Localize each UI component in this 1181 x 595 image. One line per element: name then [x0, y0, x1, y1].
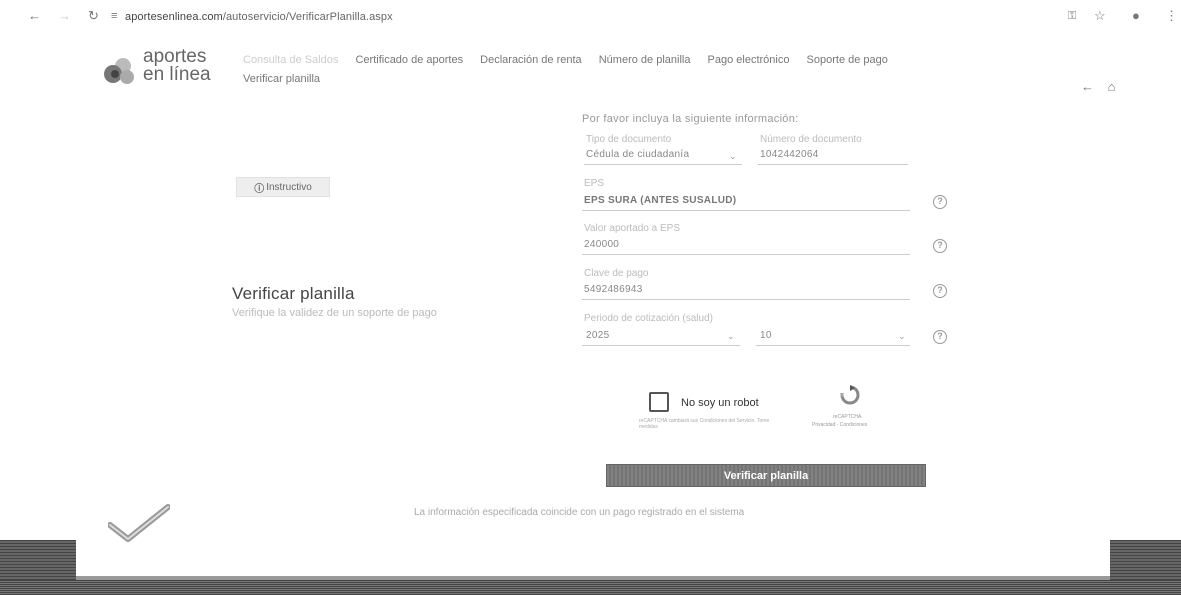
instructivo-label: Instructivo — [266, 181, 312, 193]
verification-result: La información especificada coincide con… — [414, 507, 745, 518]
home-icon[interactable]: ⌂ — [1108, 79, 1116, 94]
site-logo[interactable]: aportes en línea — [103, 42, 218, 92]
page-subtitle: Verifique la validez de un soporte de pa… — [232, 307, 437, 319]
clave-underline — [582, 299, 910, 300]
top-actions: ← ⌂ — [1081, 79, 1125, 94]
recaptcha-label: No soy un robot — [681, 397, 759, 409]
doc-number-field[interactable]: 1042442064 — [760, 149, 819, 160]
periodo-label: Periodo de cotización (salud) — [584, 313, 713, 324]
help-icon[interactable]: ? — [933, 284, 947, 298]
page-title: Verificar planilla — [232, 284, 355, 303]
recaptcha-terms: reCAPTCHA cambiará sus Condiciones del S… — [639, 418, 770, 430]
checkmark-icon — [108, 504, 170, 542]
eps-label: EPS — [584, 178, 605, 189]
site-settings-icon[interactable]: ≡ — [111, 9, 117, 23]
eps-underline — [582, 210, 910, 211]
recaptcha-logo-icon — [840, 385, 860, 405]
address-bar[interactable]: aportesenlinea.com/autoservicio/Verifica… — [125, 11, 393, 23]
verify-planilla-button[interactable]: Verificar planilla — [606, 464, 926, 487]
periodo-year-underline — [582, 345, 740, 346]
clave-label: Clave de pago — [584, 268, 649, 279]
recaptcha-links[interactable]: Privacidad - Condiciones — [812, 422, 867, 428]
valor-underline — [582, 254, 910, 255]
forward-icon[interactable]: → — [58, 9, 71, 23]
scan-artifact-bottom — [0, 580, 1181, 595]
back-icon[interactable]: ← — [28, 9, 41, 23]
back-arrow-icon[interactable]: ← — [1081, 79, 1094, 94]
nav-item-verificar-planilla[interactable]: Verificar planilla — [243, 70, 320, 89]
recaptcha-checkbox[interactable] — [649, 392, 669, 412]
periodo-year-select[interactable]: 2025 — [586, 330, 609, 341]
clave-field[interactable]: 5492486943 — [584, 284, 643, 295]
kebab-menu-icon[interactable]: ⋮ — [1165, 9, 1178, 23]
nav-item-certificado-aportes[interactable]: Certificado de aportes — [355, 51, 463, 70]
help-icon[interactable]: ? — [933, 195, 947, 209]
help-icon[interactable]: ? — [933, 239, 947, 253]
chevron-down-icon[interactable]: ⌄ — [898, 331, 906, 342]
key-icon[interactable]: ⚿ — [1068, 9, 1076, 23]
logo-mark-icon — [104, 58, 134, 84]
profile-icon[interactable]: ● — [1132, 9, 1140, 23]
url-host: aportesenlinea.com — [125, 11, 223, 23]
doc-number-underline — [758, 164, 908, 165]
logo-text: aportes en línea — [143, 47, 211, 85]
browser-toolbar: ← → ↻ ≡ aportesenlinea.com/autoservicio/… — [0, 0, 1181, 34]
doc-type-label: Tipo de documento — [586, 134, 672, 145]
recaptcha-widget: No soy un robot reCAPTCHA cambiará sus C… — [637, 378, 894, 436]
nav-item-declaracion-renta[interactable]: Declaración de renta — [480, 51, 582, 70]
help-icon[interactable]: ? — [933, 330, 947, 344]
periodo-month-underline — [756, 345, 910, 346]
eps-field[interactable]: EPS SURA (ANTES SUSALUD) — [584, 195, 736, 206]
form-intro: Por favor incluya la siguiente informaci… — [582, 113, 799, 125]
star-icon[interactable]: ☆ — [1094, 9, 1106, 23]
chevron-down-icon[interactable]: ⌄ — [727, 331, 735, 342]
nav-item-pago-electronico[interactable]: Pago electrónico — [708, 51, 790, 70]
valor-field[interactable]: 240000 — [584, 239, 619, 250]
recaptcha-brand: reCAPTCHA — [833, 414, 862, 420]
url-path: /autoservicio/VerificarPlanilla.aspx — [222, 11, 393, 23]
reload-icon[interactable]: ↻ — [88, 9, 99, 23]
nav-item-consulta-saldos[interactable]: Consulta de Saldos — [243, 51, 338, 70]
main-nav: Consulta de Saldos Certificado de aporte… — [243, 51, 983, 89]
nav-item-numero-planilla[interactable]: Número de planilla — [599, 51, 691, 70]
info-icon: ⓘ — [254, 183, 265, 195]
valor-label: Valor aportado a EPS — [584, 223, 680, 234]
nav-item-soporte-pago[interactable]: Soporte de pago — [807, 51, 888, 70]
logo-line2: en línea — [143, 64, 211, 85]
doc-number-label: Número de documento — [760, 134, 862, 145]
instructivo-button[interactable]: ⓘ Instructivo — [236, 177, 330, 197]
periodo-month-select[interactable]: 10 — [760, 330, 772, 341]
doc-type-underline — [584, 164, 742, 165]
doc-type-select[interactable]: Cédula de ciudadanía — [586, 149, 689, 160]
chevron-down-icon[interactable]: ⌄ — [729, 151, 737, 162]
